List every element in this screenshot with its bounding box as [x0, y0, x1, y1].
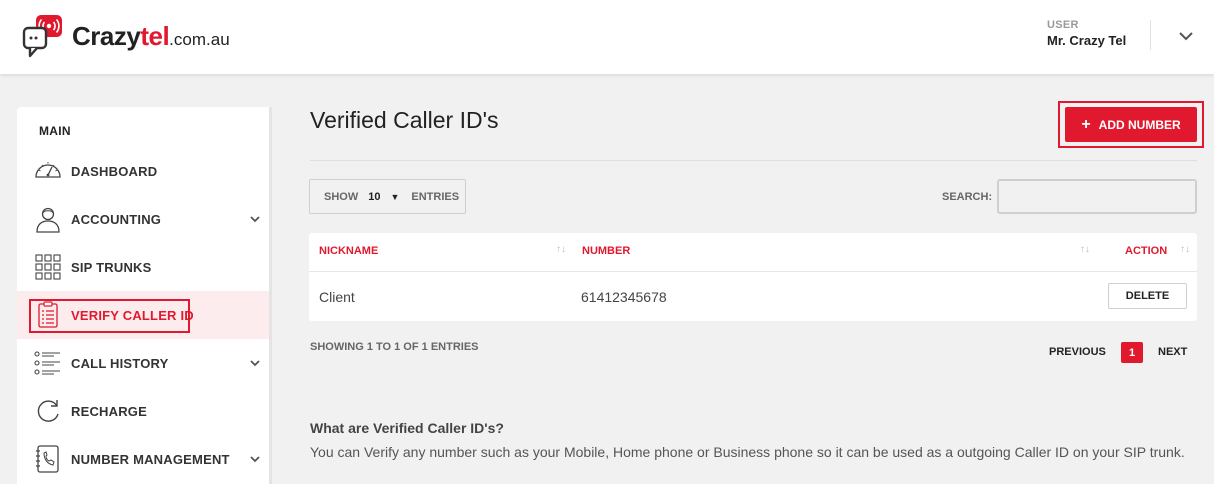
plus-icon: +: [1081, 115, 1091, 133]
sort-icon[interactable]: ↑↓: [1080, 244, 1090, 255]
sidebar-item-dashboard[interactable]: DASHBOARD: [17, 147, 269, 195]
chevron-down-icon[interactable]: [249, 454, 261, 464]
user-icon: [36, 207, 60, 233]
caller-id-table: NICKNAME ↑↓ NUMBER ↑↓ ACTION ↑↓ Client 6…: [309, 233, 1197, 321]
logo-wordmark: Crazytel.com.au: [72, 23, 230, 49]
chevron-down-icon[interactable]: [249, 214, 261, 224]
sidebar-item-label: NUMBER MANAGEMENT: [71, 451, 230, 467]
info-heading: What are Verified Caller ID's?: [310, 420, 504, 436]
phone-book-icon: [36, 445, 59, 473]
refresh-icon: [37, 400, 59, 422]
user-info: USER Mr. Crazy Tel: [1047, 19, 1126, 48]
sidebar-item-verify-caller-id[interactable]: VERIFY CALLER ID: [17, 291, 269, 339]
column-header-action: ACTION: [1125, 245, 1168, 257]
logo-chat-icon: [22, 15, 62, 58]
entries-select-value: 10: [368, 190, 381, 203]
chevron-down-icon[interactable]: [1176, 28, 1196, 44]
add-number-button[interactable]: + ADD NUMBER: [1065, 107, 1197, 142]
grid-icon: [35, 254, 61, 280]
sidebar-item-label: SIP TRUNKS: [71, 259, 152, 275]
column-header-number[interactable]: NUMBER: [582, 245, 630, 257]
crazytel-logo[interactable]: Crazytel.com.au: [22, 14, 230, 58]
logo-name-part2: tel: [140, 21, 170, 51]
title-divider: [310, 160, 1197, 161]
chevron-down-icon[interactable]: [249, 358, 261, 368]
sidebar-item-label: VERIFY CALLER ID: [71, 307, 194, 323]
pagination-next[interactable]: NEXT: [1158, 346, 1187, 358]
show-label: SHOW: [324, 190, 359, 203]
header-divider: [1150, 20, 1151, 50]
column-header-nickname[interactable]: NICKNAME: [319, 245, 378, 257]
sidebar-item-sip-trunks[interactable]: SIP TRUNKS: [17, 243, 269, 291]
list-icon: [34, 351, 60, 375]
search-input[interactable]: [997, 179, 1197, 214]
cell-nickname: Client: [319, 289, 355, 305]
sidebar-section-title: MAIN: [39, 124, 71, 138]
sidebar-item-label: DASHBOARD: [71, 163, 158, 179]
clipboard-icon: [38, 301, 58, 328]
sidebar-item-label: ACCOUNTING: [71, 211, 162, 227]
pagination-page-1[interactable]: 1: [1121, 342, 1143, 363]
search-label: SEARCH:: [942, 191, 993, 203]
sidebar-item-label: RECHARGE: [71, 403, 147, 419]
logo-domain: .com.au: [169, 30, 230, 49]
sort-icon[interactable]: ↑↓: [556, 244, 566, 255]
sidebar-item-call-history[interactable]: CALL HISTORY: [17, 339, 269, 387]
table-info: SHOWING 1 TO 1 OF 1 ENTRIES: [310, 341, 479, 353]
entries-select[interactable]: 10 ▼: [368, 191, 399, 203]
cell-number: 61412345678: [581, 289, 667, 305]
add-number-label: ADD NUMBER: [1098, 117, 1181, 132]
speedometer-icon: [35, 162, 61, 178]
user-label: USER: [1047, 19, 1079, 31]
sidebar-item-number-management[interactable]: NUMBER MANAGEMENT: [17, 435, 269, 483]
sidebar-item-recharge[interactable]: RECHARGE: [17, 387, 269, 435]
user-name: Mr. Crazy Tel: [1047, 33, 1127, 48]
top-header: Crazytel.com.au USER Mr. Crazy Tel: [0, 0, 1214, 74]
caret-down-icon: ▼: [390, 191, 400, 202]
sidebar-item-label: CALL HISTORY: [71, 355, 169, 371]
pagination-previous[interactable]: PREVIOUS: [1049, 346, 1106, 358]
entries-length-control: SHOW 10 ▼ ENTRIES: [309, 179, 466, 214]
entries-label: ENTRIES: [411, 190, 460, 203]
delete-button[interactable]: DELETE: [1108, 283, 1187, 309]
sidebar-item-accounting[interactable]: ACCOUNTING: [17, 195, 269, 243]
header-divider: [309, 271, 1197, 272]
sidebar: MAIN DASHBOARD ACCOUNTING SIP TRUNKS VER…: [17, 107, 272, 484]
page-title: Verified Caller ID's: [310, 107, 499, 133]
logo-name-part1: Crazy: [72, 21, 141, 51]
info-body: You can Verify any number such as your M…: [310, 444, 1185, 460]
sort-icon: ↑↓: [1180, 244, 1190, 255]
